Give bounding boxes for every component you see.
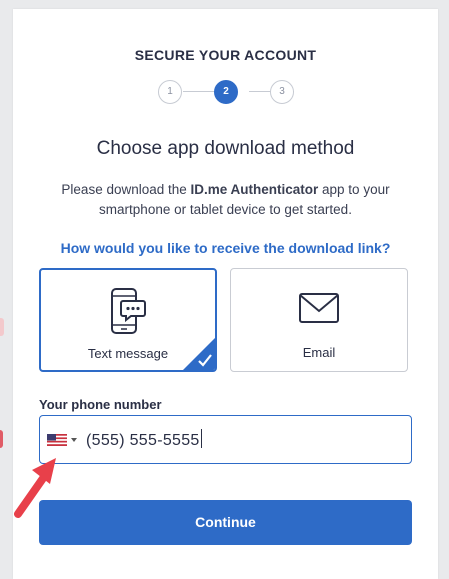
step-3: 3 (270, 80, 294, 104)
envelope-icon (299, 293, 339, 323)
download-method-question: How would you like to receive the downlo… (60, 240, 391, 256)
text-cursor (200, 429, 202, 448)
phone-chat-icon (111, 288, 146, 334)
us-flag-icon[interactable] (47, 434, 67, 446)
phone-number-value[interactable]: (555) 555-5555 (86, 429, 202, 450)
selected-check-icon (183, 338, 215, 370)
app-name: ID.me Authenticator (190, 182, 319, 197)
description-part: Please download the (61, 182, 191, 197)
option-email[interactable]: Email (230, 268, 408, 372)
step-2-active: 2 (214, 80, 238, 104)
background-edge-mark-red (0, 430, 3, 448)
background-edge-mark (0, 318, 4, 336)
description-text: Please download the ID.me Authenticator … (43, 180, 408, 220)
annotation-arrow-icon (14, 458, 56, 518)
progress-stepper: 1 2 3 (13, 80, 438, 104)
option-text-message[interactable]: Text message (39, 268, 217, 372)
step-1: 1 (158, 80, 182, 104)
phone-number-text: (555) 555-5555 (86, 432, 200, 449)
chevron-down-icon[interactable] (71, 438, 77, 442)
page-title: Choose app download method (96, 138, 355, 159)
phone-number-label: Your phone number (39, 397, 162, 412)
secure-account-card: SECURE YOUR ACCOUNT 1 2 3 Choose app dow… (13, 9, 438, 579)
page-header: SECURE YOUR ACCOUNT (134, 47, 317, 63)
continue-button[interactable]: Continue (39, 500, 412, 545)
phone-number-input[interactable]: (555) 555-5555 (39, 415, 412, 464)
option-label: Email (302, 345, 336, 360)
